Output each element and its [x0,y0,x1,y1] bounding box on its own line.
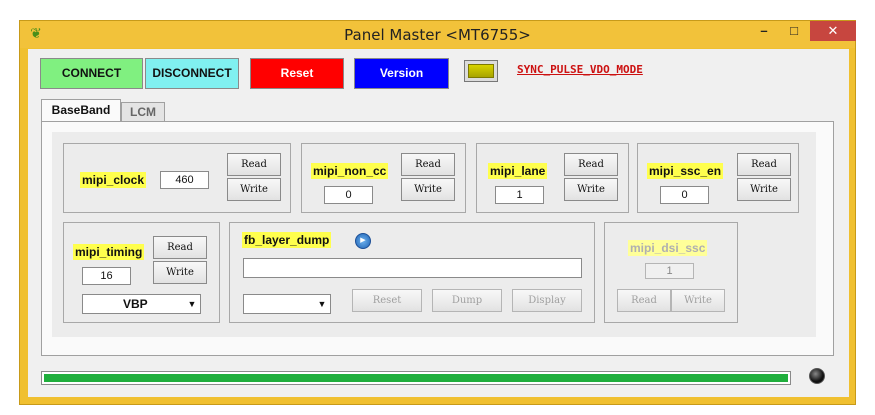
mipi-lane-write-button[interactable]: Write [564,178,618,201]
mipi-dsi-ssc-input[interactable]: 1 [645,263,694,279]
reset-button[interactable]: Reset [250,58,344,89]
mipi-lane-group: mipi_lane 1 Read Write [476,143,629,213]
fb-dump-button[interactable]: Dump [432,289,502,312]
fb-layer-dump-path-input[interactable] [243,258,582,278]
mipi-dsi-ssc-group: mipi_dsi_ssc 1 Read Write [604,222,738,323]
play-icon[interactable]: ▶ [355,233,371,249]
tab-lcm[interactable]: LCM [121,102,165,122]
indicator-light [468,64,494,78]
mipi-non-cc-group: mipi_non_cc 0 Read Write [301,143,466,213]
mipi-clock-label: mipi_clock [80,172,147,188]
mipi-ssc-en-read-button[interactable]: Read [737,153,791,176]
mipi-non-cc-write-button[interactable]: Write [401,178,455,201]
mipi-lane-read-button[interactable]: Read [564,153,618,176]
mipi-timing-label: mipi_timing [73,244,145,260]
mipi-clock-write-button[interactable]: Write [227,178,281,201]
fb-layer-dump-label: fb_layer_dump [242,232,332,248]
progress-fill [44,374,788,382]
status-led-icon [809,368,825,384]
mipi-clock-read-button[interactable]: Read [227,153,281,176]
fb-layer-dump-select[interactable]: ▼ [243,294,331,314]
mipi-ssc-en-label: mipi_ssc_en [647,163,724,179]
mipi-timing-read-button[interactable]: Read [153,236,207,259]
minimize-button[interactable]: – [750,21,778,41]
mipi-dsi-ssc-read-button[interactable]: Read [617,289,671,312]
mipi-dsi-ssc-label: mipi_dsi_ssc [628,240,708,256]
mipi-timing-write-button[interactable]: Write [153,261,207,284]
window-title: Panel Master <MT6755> [344,26,531,44]
tab-baseband[interactable]: BaseBand [41,99,121,122]
fb-display-button[interactable]: Display [512,289,582,312]
mipi-timing-select-value: VBP [123,297,148,311]
mipi-lane-input[interactable]: 1 [495,186,544,204]
progress-bar [41,371,791,385]
fb-reset-button[interactable]: Reset [352,289,422,312]
settings-area: mipi_clock 460 Read Write mipi_non_cc 0 … [52,132,816,337]
title-bar[interactable]: ❦ Panel Master <MT6755> – □ ✕ [20,21,856,48]
mipi-non-cc-label: mipi_non_cc [311,163,389,179]
mipi-clock-group: mipi_clock 460 Read Write [63,143,291,213]
mipi-timing-select[interactable]: VBP ▼ [82,294,201,314]
mipi-timing-input[interactable]: 16 [82,267,131,285]
connect-button[interactable]: CONNECT [40,58,143,89]
mipi-ssc-en-group: mipi_ssc_en 0 Read Write [637,143,799,213]
disconnect-button[interactable]: DISCONNECT [145,58,239,89]
client-area: CONNECT DISCONNECT Reset Version SYNC_PU… [28,49,849,397]
maximize-button[interactable]: □ [780,21,808,41]
chevron-down-icon[interactable]: ▼ [315,296,329,312]
connection-indicator [464,60,498,82]
mipi-non-cc-read-button[interactable]: Read [401,153,455,176]
mipi-non-cc-input[interactable]: 0 [324,186,373,204]
version-button[interactable]: Version [354,58,449,89]
baseband-panel: mipi_clock 460 Read Write mipi_non_cc 0 … [41,121,834,356]
app-window: ❦ Panel Master <MT6755> – □ ✕ CONNECT DI… [19,20,856,405]
mipi-clock-input[interactable]: 460 [160,171,209,189]
close-button[interactable]: ✕ [810,21,856,41]
mipi-ssc-en-write-button[interactable]: Write [737,178,791,201]
mipi-dsi-ssc-write-button[interactable]: Write [671,289,725,312]
mipi-ssc-en-input[interactable]: 0 [660,186,709,204]
mode-link[interactable]: SYNC_PULSE_VDO_MODE [517,63,643,76]
chevron-down-icon[interactable]: ▼ [185,296,199,312]
mipi-lane-label: mipi_lane [488,163,548,179]
mipi-timing-group: mipi_timing 16 Read Write VBP ▼ [63,222,220,323]
fb-layer-dump-group: fb_layer_dump ▶ ▼ Reset Dump Display [229,222,595,323]
